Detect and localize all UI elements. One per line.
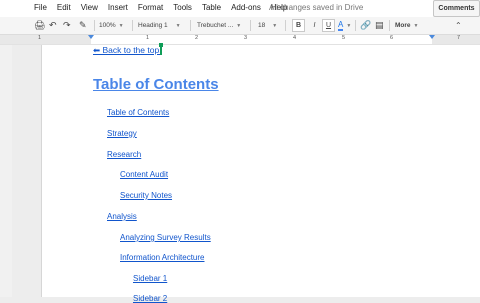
toc-link[interactable]: Information Architecture	[120, 253, 204, 262]
text-cursor	[159, 43, 163, 55]
menu-list: File Edit View Insert Format Tools Table…	[34, 3, 297, 12]
ruler-number: 2	[195, 35, 199, 41]
save-status[interactable]: All changes saved in Drive	[269, 3, 363, 12]
font-select[interactable]: Trebuchet ... ▼	[197, 19, 241, 32]
toc-link[interactable]: Security Notes	[120, 191, 172, 200]
menu-table[interactable]: Table	[202, 3, 221, 12]
chevron-down-icon: ▼	[272, 22, 278, 29]
toc-link[interactable]: Sidebar 2	[133, 294, 167, 303]
ruler-number: 3	[244, 35, 248, 41]
menu-bar: File Edit View Insert Format Tools Table…	[0, 0, 480, 17]
text-color-label: A	[338, 20, 344, 31]
zoom-select[interactable]: 100% ▼	[99, 19, 124, 32]
chevron-down-icon: ▼	[236, 22, 242, 29]
left-indent-marker[interactable]	[88, 35, 94, 39]
more-label: More	[395, 22, 411, 29]
toc-link[interactable]: Analysis	[107, 212, 137, 221]
menu-format[interactable]: Format	[138, 3, 163, 12]
more-button[interactable]: More ▼	[395, 19, 418, 32]
print-icon[interactable]: 🖨	[34, 19, 45, 32]
zoom-value: 100%	[99, 22, 116, 29]
underline-button[interactable]: U	[322, 19, 335, 32]
toolbar: 🖨 ↶ ↷ ✎ 100% ▼ Heading 1 ▼ Trebuchet ... ▼ …	[0, 17, 480, 35]
font-size-select[interactable]: 18 ▼	[258, 19, 277, 32]
ruler-number: 5	[342, 35, 346, 41]
menu-addons[interactable]: Add-ons	[231, 3, 261, 12]
italic-label: I	[313, 22, 316, 29]
chevron-down-icon: ▼	[413, 22, 419, 29]
style-value: Heading 1	[138, 22, 168, 29]
font-size-value: 18	[258, 22, 266, 29]
ruler-number: 6	[390, 35, 394, 41]
collapse-icon[interactable]: ⌃	[455, 19, 462, 32]
style-select[interactable]: Heading 1 ▼	[138, 19, 181, 32]
chevron-down-icon: ▼	[118, 22, 124, 29]
menu-file[interactable]: File	[34, 3, 47, 12]
redo-icon[interactable]: ↷	[63, 19, 71, 32]
menu-view[interactable]: View	[81, 3, 98, 12]
font-value: Trebuchet ...	[197, 22, 234, 29]
toc-link[interactable]: Table of Contents	[107, 108, 169, 117]
menu-tools[interactable]: Tools	[173, 3, 192, 12]
menu-edit[interactable]: Edit	[57, 3, 71, 12]
toc-link[interactable]: Strategy	[107, 129, 137, 138]
toc-link[interactable]: Sidebar 1	[133, 274, 167, 283]
paint-format-icon[interactable]: ✎	[79, 19, 87, 32]
document-page[interactable]: ⬅ Back to the top. Table of Contents Tab…	[41, 43, 480, 303]
menu-insert[interactable]: Insert	[108, 3, 128, 12]
right-indent-marker[interactable]	[429, 35, 435, 39]
link-icon[interactable]: 🔗	[360, 19, 371, 32]
italic-button[interactable]: I	[308, 19, 321, 32]
toc-heading[interactable]: Table of Contents	[93, 76, 219, 93]
undo-icon[interactable]: ↶	[49, 19, 57, 32]
toc-link[interactable]: Analyzing Survey Results	[120, 233, 211, 242]
ruler-number: 4	[293, 35, 297, 41]
chevron-down-icon: ▼	[175, 22, 181, 29]
comments-button[interactable]: Comments	[433, 0, 480, 17]
vertical-ruler	[0, 45, 12, 297]
back-to-top-link[interactable]: ⬅ Back to the top.	[93, 45, 162, 56]
ruler[interactable]: 1 1 2 3 4 5 6 7	[0, 35, 480, 45]
ruler-number: 1	[38, 35, 42, 41]
chevron-down-icon: ▼	[346, 22, 352, 29]
toc-link[interactable]: Content Audit	[120, 170, 168, 179]
ruler-number: 1	[146, 35, 150, 41]
ruler-number: 7	[457, 35, 461, 41]
text-color-button[interactable]: A ▼	[338, 19, 351, 32]
bold-button[interactable]: B	[292, 19, 305, 32]
bold-label: B	[292, 19, 305, 32]
comment-icon[interactable]: ▤	[375, 19, 384, 32]
toc-link[interactable]: Research	[107, 150, 141, 159]
underline-label: U	[322, 19, 335, 32]
